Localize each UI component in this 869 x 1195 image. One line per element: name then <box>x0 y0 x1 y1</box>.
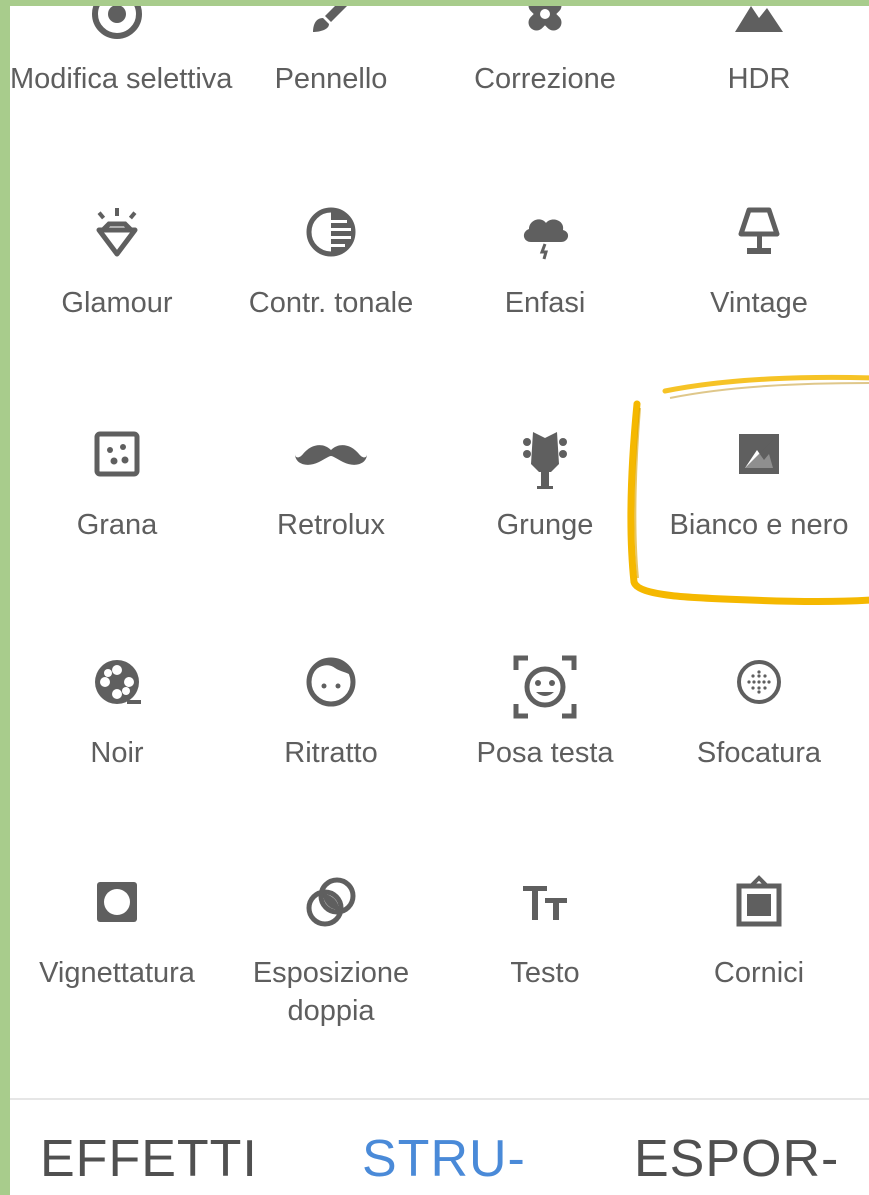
tonal-contrast-icon <box>306 207 356 257</box>
tab-esporta[interactable]: ESPOR- <box>634 1129 839 1189</box>
tool-label: Sfocatura <box>696 737 822 769</box>
tool-label: Posa testa <box>476 737 614 769</box>
brush-icon <box>313 6 347 32</box>
tool-retrolux[interactable]: Retrolux <box>224 424 438 544</box>
tool-correzione[interactable]: Correzione <box>438 6 652 98</box>
lamp-icon <box>738 207 780 254</box>
film-reel-icon <box>95 660 141 704</box>
tool-grunge[interactable]: Grunge <box>438 424 652 544</box>
tool-label: Correzione <box>474 63 616 95</box>
tool-modifica-selettiva[interactable]: Modifica selettiva <box>10 6 233 98</box>
vignette-icon <box>97 882 137 922</box>
tool-vintage[interactable]: Vintage <box>652 202 866 322</box>
diamond-icon <box>96 208 138 257</box>
tool-label: Esposizione doppia <box>252 957 410 1027</box>
tool-noir[interactable]: Noir <box>10 652 224 772</box>
tool-vignettatura[interactable]: Vignettatura <box>10 872 224 992</box>
tool-label: Enfasi <box>504 287 586 319</box>
tool-pennello[interactable]: Pennello <box>224 6 438 98</box>
bandage-icon <box>528 6 562 31</box>
tool-label: Glamour <box>61 287 173 319</box>
tool-bianco-e-nero[interactable]: Bianco e nero <box>652 424 866 544</box>
blur-dots-icon <box>737 660 781 704</box>
tool-label: Vintage <box>710 287 808 319</box>
guitar-head-icon <box>523 432 567 489</box>
mustache-icon <box>295 445 367 465</box>
face-frame-icon <box>513 655 577 719</box>
tool-label: Modifica selettiva <box>10 63 233 95</box>
tool-label: Retrolux <box>277 509 385 541</box>
tool-label: Ritratto <box>284 737 378 769</box>
tool-hdr[interactable]: HDR <box>652 6 866 98</box>
frame-icon <box>736 875 782 927</box>
face-icon <box>306 657 356 707</box>
tool-contr-tonale[interactable]: Contr. tonale <box>224 202 438 322</box>
storm-cloud-icon <box>523 219 569 260</box>
tool-esposizione-doppia[interactable]: Esposizione doppia <box>224 872 438 1030</box>
highlight-annotation <box>627 374 869 605</box>
tool-label: Noir <box>90 737 144 769</box>
tool-label: Contr. tonale <box>248 287 414 319</box>
tool-glamour[interactable]: Glamour <box>10 202 224 322</box>
tool-label: Bianco e nero <box>669 509 849 541</box>
tab-divider <box>10 1098 869 1100</box>
tools-panel: Modifica selettiva Pennello Correzione H… <box>10 6 869 1195</box>
mountain-icon <box>735 6 783 32</box>
tab-effetti[interactable]: EFFETTI <box>40 1129 258 1189</box>
tool-label: Pennello <box>274 63 388 95</box>
tool-enfasi[interactable]: Enfasi <box>438 202 652 322</box>
tab-strumenti[interactable]: STRU- <box>362 1129 526 1189</box>
tool-label: Cornici <box>713 957 805 989</box>
text-icon <box>523 886 567 920</box>
selective-target-icon <box>92 6 142 39</box>
grain-icon <box>94 431 140 477</box>
tool-label: Grunge <box>496 509 594 541</box>
tool-label: Grana <box>76 509 158 541</box>
tool-sfocatura[interactable]: Sfocatura <box>652 652 866 772</box>
tool-grana[interactable]: Grana <box>10 424 224 544</box>
tool-ritratto[interactable]: Ritratto <box>224 652 438 772</box>
tool-label: Vignettatura <box>39 957 195 989</box>
tool-label: Testo <box>510 957 580 989</box>
tool-cornici[interactable]: Cornici <box>652 872 866 992</box>
double-exposure-icon <box>306 877 356 927</box>
tool-label: HDR <box>727 63 791 95</box>
tool-testo[interactable]: Testo <box>438 872 652 992</box>
tool-posa-testa[interactable]: Posa testa <box>438 652 652 772</box>
black-white-icon <box>739 434 779 474</box>
